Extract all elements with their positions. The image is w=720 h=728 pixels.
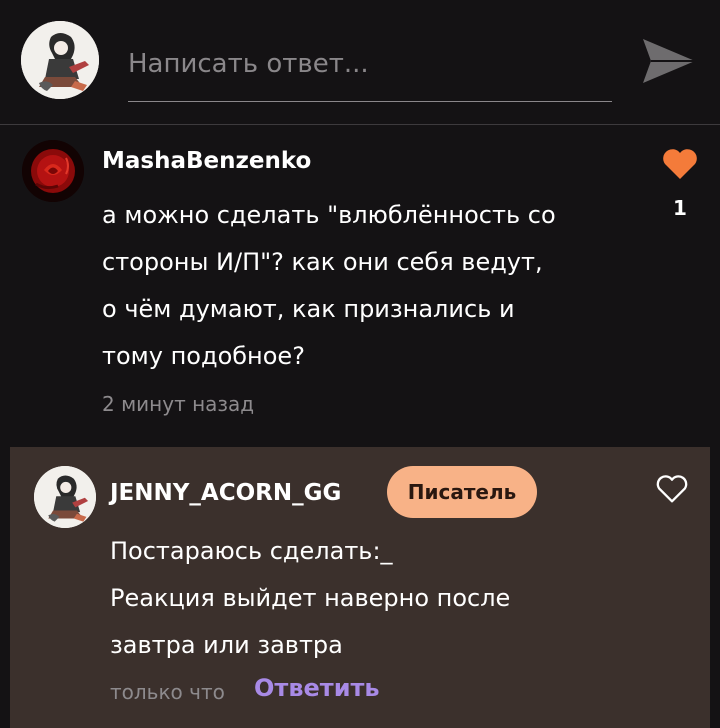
red-rose-avatar-icon [22, 140, 84, 202]
anime-character-avatar-icon [34, 466, 96, 528]
comment-timestamp: 2 минут назад [102, 392, 255, 416]
reply-text: Постараюсь сделать:_ Реакция выйдет наве… [110, 537, 511, 659]
commenter-username[interactable]: MashaBenzenko [102, 148, 311, 174]
reply-input[interactable] [128, 40, 612, 102]
heart-filled-icon [663, 149, 697, 179]
replier-avatar[interactable] [34, 466, 96, 528]
like-count: 1 [673, 196, 687, 220]
send-arrow-icon [643, 39, 695, 83]
anime-character-avatar-icon [21, 21, 99, 99]
current-user-avatar[interactable] [21, 21, 99, 99]
answer-link[interactable]: Ответить [254, 674, 380, 702]
commenter-avatar[interactable] [22, 140, 84, 202]
writer-badge: Писатель [387, 466, 537, 518]
heart-outline-icon [656, 475, 688, 503]
reply-timestamp: только что [110, 680, 225, 704]
reply-like-button[interactable] [654, 472, 690, 506]
like-button[interactable] [660, 146, 700, 182]
send-button[interactable] [640, 32, 698, 90]
replier-username[interactable]: JENNY_ACORN_GG [110, 480, 341, 506]
comment-text: а можно сделать "влюблённость со стороны… [102, 201, 556, 370]
reply-bar [0, 0, 720, 125]
